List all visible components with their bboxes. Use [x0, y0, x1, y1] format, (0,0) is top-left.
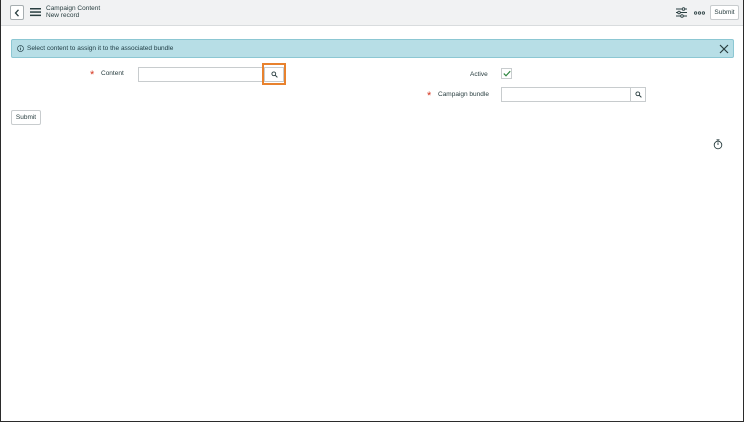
active-checkbox[interactable]	[501, 68, 512, 79]
record-type-title: Campaign Content	[46, 5, 101, 12]
search-icon	[634, 91, 642, 98]
close-icon[interactable]	[719, 44, 729, 54]
form-header: Campaign Content New record Submit	[1, 0, 743, 26]
content-required-marker: *	[90, 69, 95, 81]
lookup-button-highlight	[262, 63, 286, 85]
content-input[interactable]	[138, 67, 265, 82]
chevron-left-icon	[14, 8, 19, 17]
sliders-icon[interactable]	[676, 7, 687, 18]
campaign-bundle-label: Campaign bundle	[438, 91, 489, 98]
submit-button[interactable]: Submit	[11, 110, 41, 125]
page-title: Campaign Content New record	[46, 5, 100, 19]
ellipsis-icon[interactable]	[694, 11, 705, 15]
campaign-bundle-required-marker: *	[427, 90, 432, 102]
checkmark-icon	[502, 70, 511, 77]
campaign-bundle-input[interactable]	[501, 87, 631, 102]
active-label: Active	[470, 71, 488, 78]
hamburger-menu-icon[interactable]	[30, 7, 41, 17]
info-circle-icon	[17, 45, 24, 52]
back-button[interactable]	[10, 5, 24, 20]
info-banner-text: Select content to assign it to the assoc…	[27, 45, 174, 52]
stopwatch-icon[interactable]	[713, 139, 723, 150]
record-subtitle: New record	[46, 12, 80, 19]
info-banner: Select content to assign it to the assoc…	[11, 39, 734, 58]
campaign-bundle-lookup-button[interactable]	[630, 87, 646, 102]
content-label: Content	[101, 70, 124, 77]
header-submit-button[interactable]: Submit	[710, 5, 739, 20]
app-frame	[0, 0, 744, 422]
